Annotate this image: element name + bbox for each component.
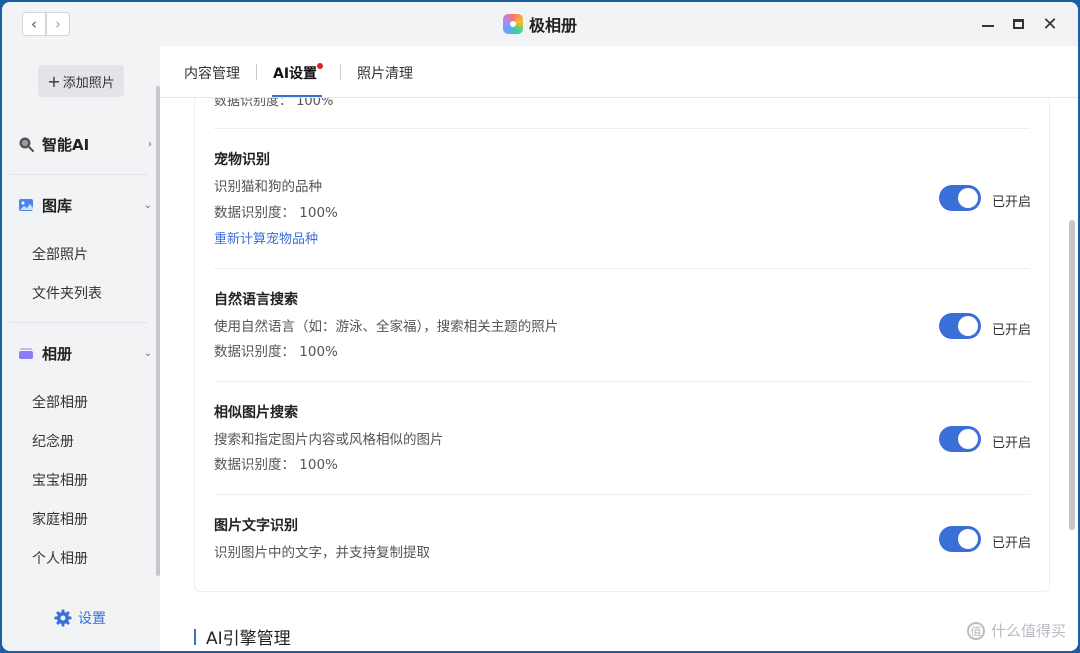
sidebar-section-albums[interactable]: 相册 ⌄ (18, 343, 154, 363)
chevron-down-icon: ⌄ (143, 199, 152, 211)
watermark: 值 什么值得买 (966, 620, 1066, 641)
feature-desc-nl-search: 使用自然语言（如：游泳、全家福），搜索相关主题的照片 (214, 319, 559, 335)
sidebar-item-all-photos[interactable]: 全部照片 (32, 244, 88, 264)
minimize-button[interactable] (978, 14, 998, 34)
ai-search-icon (19, 137, 34, 152)
chevron-right-icon: › (55, 15, 61, 33)
sidebar-section-smart-ai[interactable]: 智能AI › (18, 134, 154, 154)
back-button[interactable]: ‹ (22, 12, 46, 36)
chevron-down-icon: ⌄ (143, 347, 152, 359)
feature-desc-pet: 识别猫和狗的品种 (214, 179, 322, 195)
feature-title-pet: 宠物识别 (214, 152, 270, 168)
title-bar: 极相册 ‹ › ✕ (2, 2, 1078, 46)
tab-separator (340, 64, 341, 80)
ocr-toggle[interactable] (939, 526, 981, 552)
row-divider (214, 381, 1030, 382)
ai-features-card: 数据识别度： 100% 宠物识别 识别猫和狗的品种 数据识别度： 100% 重新… (194, 86, 1050, 592)
settings-button[interactable]: 设置 (54, 608, 106, 628)
watermark-logo-icon: 值 (966, 621, 985, 640)
feature-desc-ocr: 识别图片中的文字，并支持复制提取 (214, 545, 430, 561)
add-photo-button[interactable]: + 添加照片 (38, 65, 124, 97)
sidebar-section-label: 相册 (42, 344, 73, 363)
main-panel: 数据识别度： 100% 宠物识别 识别猫和狗的品种 数据识别度： 100% 重新… (160, 46, 1078, 651)
settings-label: 设置 (78, 611, 106, 627)
forward-button[interactable]: › (46, 12, 70, 36)
sidebar-section-label: 图库 (42, 196, 73, 215)
feature-accuracy-similar-search: 数据识别度： 100% (214, 457, 338, 473)
gear-icon (54, 609, 72, 627)
window-title: 极相册 (2, 2, 1078, 46)
section-heading-text: AI引擎管理 (206, 629, 291, 649)
app-window: 极相册 ‹ › ✕ + 添加照片 智能AI › 图库 ⌄ 全部照片 文件夹列表 … (2, 2, 1078, 651)
sidebar-item-personal-album[interactable]: 个人相册 (32, 548, 88, 568)
app-logo-icon (502, 14, 523, 34)
feature-title-similar-search: 相似图片搜索 (214, 405, 298, 421)
feature-title-ocr: 图片文字识别 (214, 518, 298, 534)
sidebar: + 添加照片 智能AI › 图库 ⌄ 全部照片 文件夹列表 相册 ⌄ 全部相册 … (2, 46, 160, 651)
sidebar-section-gallery[interactable]: 图库 ⌄ (18, 195, 154, 215)
pet-recognition-toggle[interactable] (939, 185, 981, 211)
chevron-left-icon: ‹ (31, 15, 37, 33)
toggle-state-label: 已开启 (992, 436, 1032, 451)
feature-desc-similar-search: 搜索和指定图片内容或风格相似的图片 (214, 432, 444, 448)
sidebar-section-label: 智能AI (42, 135, 90, 154)
plus-icon: + (47, 71, 61, 91)
row-divider (214, 128, 1030, 129)
album-icon (19, 348, 33, 359)
notification-dot-icon (317, 63, 323, 69)
similar-search-toggle[interactable] (939, 426, 981, 452)
toggle-knob (958, 529, 978, 549)
close-button[interactable]: ✕ (1040, 13, 1060, 35)
active-tab-indicator (272, 95, 322, 97)
main-scrollbar[interactable] (1069, 220, 1075, 530)
toggle-state-label: 已开启 (992, 536, 1032, 551)
row-divider (214, 268, 1030, 269)
sidebar-item-memorial-album[interactable]: 纪念册 (32, 431, 74, 451)
gallery-icon (19, 199, 33, 211)
sidebar-item-all-albums[interactable]: 全部相册 (32, 392, 88, 412)
tab-bar: 内容管理 AI设置 照片清理 (160, 46, 1078, 98)
minimize-icon (982, 25, 994, 27)
sidebar-item-folder-list[interactable]: 文件夹列表 (32, 283, 102, 303)
tab-photo-cleanup[interactable]: 照片清理 (357, 63, 413, 83)
toggle-knob (958, 429, 978, 449)
sidebar-divider (10, 174, 148, 175)
feature-accuracy-pet: 数据识别度： 100% (214, 205, 338, 221)
sidebar-divider (10, 322, 148, 323)
maximize-icon (1012, 19, 1024, 29)
watermark-text: 什么值得买 (990, 622, 1066, 640)
section-accent-bar (194, 628, 196, 645)
maximize-button[interactable] (1008, 14, 1028, 34)
chevron-right-icon: › (148, 138, 152, 150)
sidebar-item-baby-album[interactable]: 宝宝相册 (32, 470, 88, 490)
feature-title-nl-search: 自然语言搜索 (214, 292, 298, 308)
tab-content-management[interactable]: 内容管理 (184, 63, 240, 83)
recalculate-pet-link[interactable]: 重新计算宠物品种 (214, 228, 318, 247)
toggle-state-label: 已开启 (992, 323, 1032, 338)
feature-accuracy-nl-search: 数据识别度： 100% (214, 344, 338, 360)
sidebar-item-family-album[interactable]: 家庭相册 (32, 509, 88, 529)
tab-separator (256, 64, 257, 80)
nl-search-toggle[interactable] (939, 313, 981, 339)
toggle-knob (958, 316, 978, 336)
section-heading-ai-engine: AI引擎管理 (194, 624, 291, 649)
toggle-knob (958, 188, 978, 208)
close-icon: ✕ (1042, 13, 1058, 35)
toggle-state-label: 已开启 (992, 195, 1032, 210)
window-title-text: 极相册 (528, 16, 577, 35)
add-photo-label: 添加照片 (62, 75, 115, 91)
tab-ai-settings[interactable]: AI设置 (273, 63, 317, 83)
row-divider (214, 494, 1030, 495)
